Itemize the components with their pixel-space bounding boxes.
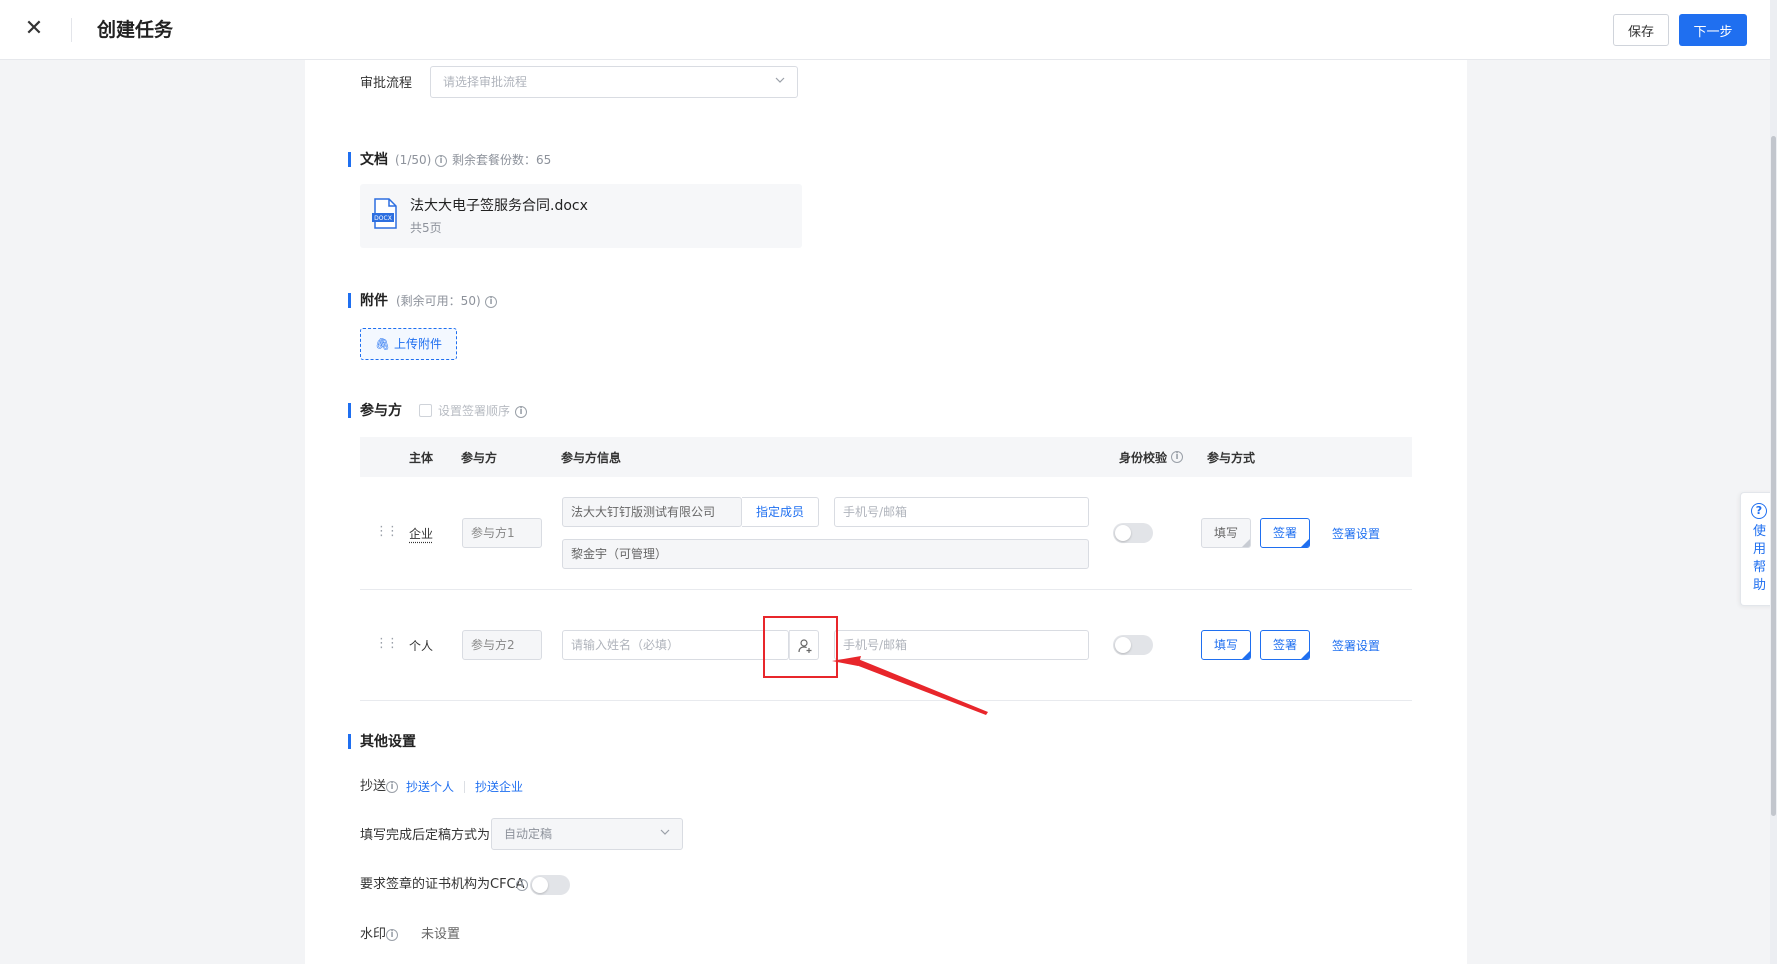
info-icon: i	[516, 879, 528, 891]
drag-handle-icon[interactable]: ⋮⋮	[375, 525, 397, 539]
identity-check-toggle[interactable]	[1113, 635, 1153, 655]
contact-input[interactable]: 手机号/邮箱	[834, 497, 1089, 527]
form-card: 审批流程 请选择审批流程 文档 (1/50) i 剩余套餐份数：65 DOCX …	[305, 60, 1467, 964]
info-icon: i	[485, 296, 497, 308]
finalize-select[interactable]: 自动定稿	[491, 818, 683, 850]
finalize-label: 填写完成后定稿方式为	[360, 827, 490, 845]
cc-label: 抄送	[360, 778, 386, 796]
document-item[interactable]: DOCX 法大大电子签服务合同.docx 共5页	[360, 184, 802, 248]
scrollbar-thumb[interactable]	[1771, 136, 1776, 816]
documents-count: (1/50)	[395, 152, 431, 169]
watermark-value: 未设置	[421, 926, 460, 944]
document-name: 法大大电子签服务合同.docx	[410, 196, 588, 216]
column-subject: 主体	[409, 449, 433, 466]
info-icon: i	[386, 781, 398, 793]
next-step-button[interactable]: 下一步	[1679, 14, 1747, 46]
cc-person-link[interactable]: 抄送个人	[406, 779, 454, 796]
chevron-down-icon	[775, 75, 785, 85]
participants-table-header: 主体 参与方 参与方信息 身份校验 i 参与方式	[360, 437, 1412, 477]
subject-person[interactable]: 个人	[409, 637, 433, 654]
company-input[interactable]: 法大大钉钉版测试有限公司	[562, 497, 742, 527]
question-icon: ?	[1751, 503, 1767, 519]
cfca-label: 要求签章的证书机构为CFCA	[360, 876, 525, 894]
document-pages: 共5页	[410, 220, 442, 236]
cc-company-link[interactable]: 抄送企业	[475, 779, 523, 796]
sign-mode-button[interactable]: 签署	[1260, 518, 1310, 548]
documents-remaining: 剩余套餐份数：65	[452, 152, 551, 169]
annotation-highlight-box	[763, 616, 838, 678]
participants-section-title: 参与方	[348, 402, 402, 420]
info-icon: i	[435, 155, 447, 167]
sign-order-label: 设置签署顺序	[438, 403, 510, 420]
upload-attachment-button[interactable]: 🖇 上传附件	[360, 328, 457, 360]
fill-mode-button[interactable]: 填写	[1201, 518, 1251, 548]
info-icon: i	[1171, 451, 1183, 463]
column-mode: 参与方式	[1207, 449, 1255, 466]
person-name-input[interactable]: 请输入姓名（必填）	[562, 630, 789, 660]
column-party: 参与方	[461, 449, 497, 466]
identity-check-toggle[interactable]	[1113, 523, 1153, 543]
column-info: 参与方信息	[561, 449, 621, 466]
other-settings-title: 其他设置	[348, 733, 416, 751]
page-scrollbar[interactable]	[1770, 0, 1777, 964]
annotation-arrow	[830, 640, 1000, 720]
upload-attachment-label: 上传附件	[394, 337, 442, 351]
watermark-label: 水印	[360, 926, 386, 944]
close-icon[interactable]: ✕	[22, 16, 46, 42]
cfca-toggle[interactable]	[530, 875, 570, 895]
assign-member-button[interactable]: 指定成员	[742, 497, 819, 527]
sign-mode-button[interactable]: 签署	[1260, 630, 1310, 660]
attachments-available: (剩余可用：50)	[396, 293, 481, 310]
save-button[interactable]: 保存	[1613, 14, 1669, 46]
approval-select[interactable]: 请选择审批流程	[430, 66, 798, 98]
row-divider	[360, 589, 1412, 590]
sign-settings-link[interactable]: 签署设置	[1332, 637, 1380, 654]
chevron-down-icon	[660, 827, 670, 837]
party-name-input[interactable]: 参与方1	[462, 518, 542, 548]
approval-label: 审批流程	[360, 74, 412, 94]
info-icon: i	[386, 929, 398, 941]
sign-settings-link[interactable]: 签署设置	[1332, 525, 1380, 542]
drag-handle-icon[interactable]: ⋮⋮	[375, 637, 397, 651]
page-title: 创建任务	[97, 17, 173, 43]
svg-text:DOCX: DOCX	[374, 215, 392, 222]
divider	[464, 781, 465, 793]
paperclip-icon: 🖇	[375, 337, 390, 351]
finalize-value: 自动定稿	[504, 819, 552, 849]
column-identity: 身份校验	[1119, 449, 1167, 466]
subject-company[interactable]: 企业	[409, 525, 433, 542]
attachments-section-title: 附件	[348, 292, 388, 310]
fill-mode-button[interactable]: 填写	[1201, 630, 1251, 660]
top-bar: ✕ 创建任务 保存 下一步	[0, 0, 1777, 60]
party-name-input[interactable]: 参与方2	[462, 630, 542, 660]
docx-file-icon: DOCX	[372, 198, 398, 230]
info-icon: i	[515, 406, 527, 418]
sign-order-checkbox[interactable]	[419, 404, 432, 417]
approval-placeholder: 请选择审批流程	[443, 67, 527, 97]
divider	[71, 18, 72, 42]
documents-section-title: 文档	[348, 151, 388, 169]
member-input[interactable]: 黎金宇（可管理）	[562, 539, 1089, 569]
